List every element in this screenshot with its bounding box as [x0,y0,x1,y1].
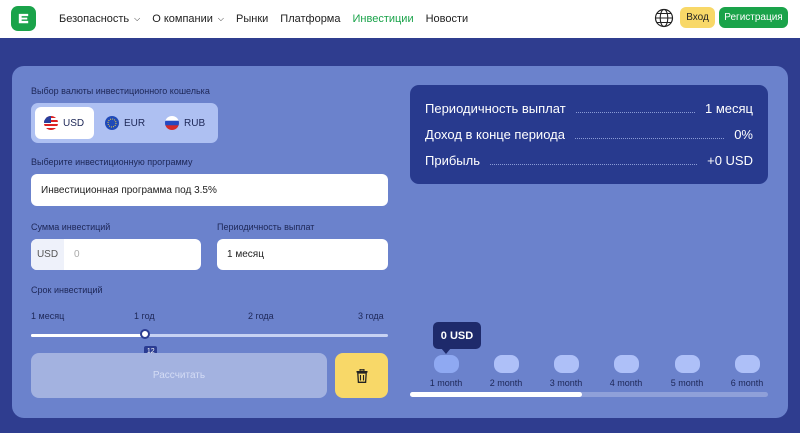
investment-calculator: Выбор валюты инвестиционного кошелька US… [12,66,788,418]
tooltip-pointer [441,348,451,354]
top-header: Безопасность ⌵ О компании ⌵ Рынки Платфо… [0,0,800,38]
summary-label: Периодичность выплат [425,100,566,116]
term-label: Срок инвестиций [31,285,103,295]
term-slider-fill [31,334,146,337]
payout-select[interactable]: 1 месяц [217,239,388,270]
main-nav: Безопасность ⌵ О компании ⌵ Рынки Платфо… [59,0,480,38]
nav-item-label: Новости [425,13,469,25]
amount-field: USD [31,239,201,270]
summary-value: 0% [734,126,753,142]
clear-button[interactable] [335,353,388,398]
summary-panel: Периодичность выплат 1 месяц Доход в кон… [410,85,768,184]
logo[interactable] [11,6,36,31]
currency-label: Выбор валюты инвестиционного кошелька [31,86,210,96]
program-select[interactable]: Инвестиционная программа под 3.5% [31,174,388,206]
month-bar[interactable] [494,355,519,373]
month-label: 5 month [670,378,704,388]
nav-item-label: Платформа [280,13,341,25]
amount-input[interactable] [74,249,184,260]
program-label: Выберите инвестиционную программу [31,157,193,167]
amount-currency-prefix: USD [31,239,64,270]
logo-icon [18,13,29,24]
term-tick-label: 2 года [248,311,274,321]
calculate-button[interactable]: Рассчитать [31,353,327,398]
currency-selector: USD EUR RUB [31,103,218,143]
program-select-value: Инвестиционная программа под 3.5% [41,184,217,196]
currency-eur-option[interactable]: EUR [105,107,155,139]
summary-row: Прибыль +0 USD [425,151,753,169]
month-bar[interactable] [434,355,459,373]
nav-item-news[interactable]: Новости [426,13,469,25]
profit-tooltip: 0 USD [433,322,481,349]
term-slider-handle[interactable] [140,329,151,339]
timeline-scrollbar-thumb[interactable] [410,392,582,397]
nav-item-security[interactable]: Безопасность ⌵ [59,13,140,25]
month-bar[interactable] [614,355,639,373]
month-label: 3 month [549,378,583,388]
nav-item-about[interactable]: О компании ⌵ [152,13,224,25]
nav-item-label: О компании [152,13,213,25]
summary-row: Периодичность выплат 1 месяц [425,99,753,117]
month-label: 4 month [609,378,643,388]
us-flag-icon [44,116,58,130]
timeline-scrollbar[interactable] [410,392,768,397]
amount-label: Сумма инвестиций [31,222,111,232]
summary-label: Прибыль [425,152,480,168]
currency-rub-option[interactable]: RUB [165,107,215,139]
term-tick-label: 1 год [134,311,155,321]
month-label: 6 month [730,378,764,388]
summary-label: Доход в конце периода [425,126,565,142]
month-label: 2 month [489,378,523,388]
nav-item-label: Безопасность [59,13,130,25]
nav-item-label: Инвестиции [352,13,414,25]
nav-item-markets[interactable]: Рынки [236,13,268,25]
term-slider-track[interactable] [31,334,388,337]
dotted-leader [575,111,695,113]
summary-value: +0 USD [707,152,753,168]
summary-value: 1 месяц [705,100,753,116]
currency-usd-option[interactable]: USD [35,107,94,139]
term-tick-label: 3 года [358,311,384,321]
register-button[interactable]: Регистрация [719,7,788,28]
ru-flag-icon [165,116,179,130]
globe-icon[interactable] [654,8,674,28]
nav-item-label: Рынки [236,13,269,25]
currency-code: USD [63,117,85,129]
chevron-down-icon: ⌵ [134,14,141,23]
month-bar[interactable] [554,355,579,373]
eu-flag-icon [105,116,119,130]
login-button[interactable]: Вход [680,7,715,28]
nav-item-platform[interactable]: Платформа [280,13,340,25]
month-label: 1 month [429,378,463,388]
currency-code: RUB [184,117,206,129]
trash-icon [356,368,367,383]
term-tick-label: 1 месяц [31,311,65,321]
month-bar[interactable] [735,355,760,373]
nav-item-investments[interactable]: Инвестиции [353,13,414,25]
chevron-down-icon: ⌵ [217,14,224,23]
currency-code: EUR [124,117,146,129]
dotted-leader [574,137,725,139]
dotted-leader [489,163,698,165]
payout-label: Периодичность выплат [217,222,315,232]
summary-row: Доход в конце периода 0% [425,125,753,143]
payout-select-value: 1 месяц [227,249,264,260]
month-bar[interactable] [675,355,700,373]
